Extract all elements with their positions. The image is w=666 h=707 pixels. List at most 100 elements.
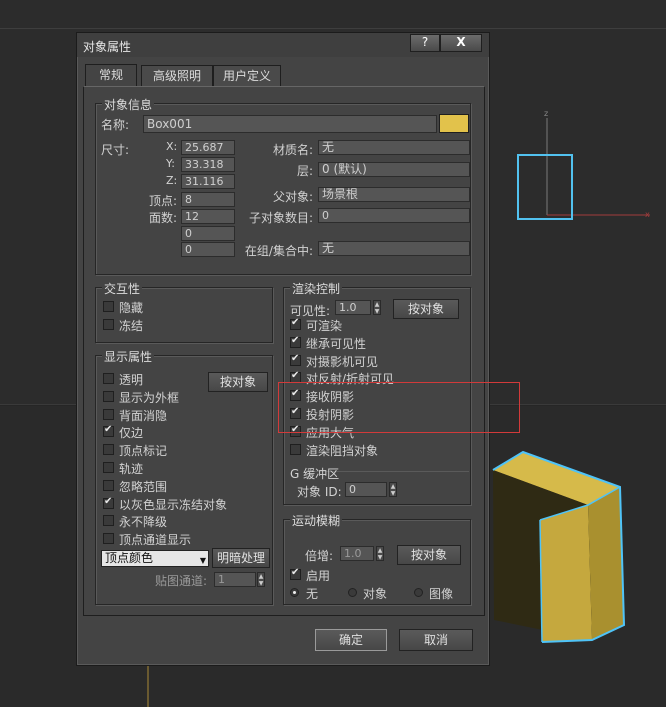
visibility-field[interactable]: 1.0	[335, 300, 371, 315]
object-color-swatch[interactable]	[439, 114, 469, 133]
hide-checkbox[interactable]	[103, 301, 114, 312]
annotation-highlight-box	[278, 382, 520, 433]
chevron-down-icon: ▼	[199, 556, 206, 565]
extra-field-2: 0	[181, 242, 235, 257]
z-label: Z:	[166, 174, 178, 187]
vertices-label: 顶点:	[149, 194, 178, 208]
render-option-checkbox-0[interactable]	[290, 317, 301, 330]
render-option-label-2: 对摄影机可见	[306, 354, 379, 369]
object-name-field[interactable]: Box001	[143, 115, 437, 133]
motion-by-object-button[interactable]: 按对象	[397, 545, 461, 565]
title-bar[interactable]: 对象属性 ? X	[77, 33, 489, 57]
render-option-checkbox-7[interactable]	[290, 443, 301, 455]
render-option-label-1: 继承可见性	[306, 336, 367, 351]
group-label: 在组/集合中:	[244, 244, 313, 258]
parent-field: 场景根	[318, 187, 470, 202]
enable-checkbox[interactable]	[290, 567, 301, 580]
object-id-label: 对象 ID:	[297, 485, 342, 499]
radio-none[interactable]	[290, 588, 299, 597]
render-option-checkbox-2[interactable]	[290, 353, 301, 366]
material-field: 无	[318, 140, 470, 155]
render-control-legend: 渲染控制	[290, 280, 343, 297]
display-option-checkbox-0[interactable]	[103, 373, 114, 384]
radio-image-label: 图像	[429, 587, 454, 601]
name-label: 名称:	[101, 118, 130, 132]
render-option-label-0: 可渲染	[306, 319, 343, 333]
x-label: X:	[166, 140, 178, 153]
radio-object-label: 对象	[363, 587, 388, 601]
display-option-checkbox-5[interactable]	[103, 462, 114, 473]
y-label: Y:	[166, 157, 175, 170]
freeze-label: 冻结	[119, 319, 144, 333]
dimensions-label: 尺寸:	[101, 143, 130, 157]
tab-advanced-lighting[interactable]: 高级照明	[141, 65, 213, 86]
gbuffer-label: G 缓冲区	[290, 467, 340, 481]
map-channel-field[interactable]: 1	[214, 572, 256, 587]
svg-text:x: x	[645, 210, 650, 219]
render-option-checkbox-1[interactable]	[290, 335, 301, 348]
map-channel-label: 贴图通道:	[155, 574, 208, 588]
faces-field: 12	[181, 209, 235, 224]
display-option-label-8: 永不降级	[119, 515, 168, 530]
box-object[interactable]	[492, 450, 626, 643]
multiplier-spinner[interactable]: ▲ ▼	[376, 546, 384, 561]
material-label: 材质名:	[272, 143, 313, 157]
radio-image[interactable]	[414, 588, 423, 597]
object-id-spinner[interactable]: ▲ ▼	[389, 482, 397, 497]
display-option-checkbox-9[interactable]	[103, 533, 114, 545]
display-properties-legend: 显示属性	[102, 348, 155, 365]
layer-field: 0 (默认)	[318, 162, 470, 177]
display-option-checkbox-4[interactable]	[103, 444, 114, 456]
display-option-label-1: 显示为外框	[119, 390, 180, 405]
parent-label: 父对象:	[272, 190, 313, 204]
display-option-checkbox-2[interactable]	[103, 408, 114, 420]
help-button[interactable]: ?	[410, 34, 440, 52]
display-option-checkbox-3[interactable]	[103, 424, 114, 438]
tab-general[interactable]: 常规	[85, 64, 137, 87]
cancel-button[interactable]: 取消	[399, 629, 473, 651]
dialog-title: 对象属性	[83, 40, 132, 54]
object-id-field[interactable]: 0	[345, 482, 387, 497]
display-option-label-4: 顶点标记	[119, 444, 168, 459]
close-button[interactable]: X	[440, 34, 482, 52]
vertex-color-dropdown[interactable]: 顶点颜色 ▼	[101, 550, 209, 567]
radio-none-label: 无	[306, 587, 319, 601]
vertices-field: 8	[181, 192, 235, 207]
multiplier-label: 倍增:	[305, 549, 334, 563]
children-field: 0	[318, 208, 470, 223]
display-option-checkbox-7[interactable]	[103, 496, 114, 509]
display-option-label-3: 仅边	[119, 426, 144, 441]
freeze-checkbox[interactable]	[103, 319, 114, 330]
render-option-label-7: 渲染阻挡对象	[306, 443, 379, 458]
display-option-checkbox-6[interactable]	[103, 479, 114, 491]
shading-button[interactable]: 明暗处理	[212, 548, 270, 568]
hide-label: 隐藏	[119, 301, 144, 315]
display-option-label-0: 透明	[119, 373, 144, 387]
interactivity-legend: 交互性	[102, 280, 143, 297]
display-option-checkbox-1[interactable]	[103, 390, 114, 402]
display-option-label-5: 轨迹	[119, 462, 144, 476]
axis-gizmo-icon: z x	[544, 109, 650, 219]
dimension-y-field: 33.318	[181, 157, 235, 172]
ok-button[interactable]: 确定	[315, 629, 387, 651]
render-by-object-button[interactable]: 按对象	[393, 299, 459, 319]
object-info-legend: 对象信息	[102, 96, 155, 113]
radio-object[interactable]	[348, 588, 357, 597]
map-channel-spinner[interactable]: ▲ ▼	[257, 572, 265, 587]
layer-label: 层:	[296, 164, 313, 178]
enable-label: 启用	[306, 569, 331, 583]
selected-box-wireframe[interactable]	[517, 154, 573, 220]
dimension-x-field: 25.687	[181, 140, 235, 155]
children-label: 子对象数目:	[248, 211, 313, 225]
multiplier-field[interactable]: 1.0	[340, 546, 374, 561]
motion-blur-legend: 运动模糊	[290, 512, 343, 529]
object-properties-dialog: 对象属性 ? X 常规 高级照明 用户定义 对象信息 名称: Box001 尺寸…	[76, 32, 490, 666]
vertex-color-value: 顶点颜色	[105, 551, 154, 565]
display-by-object-button[interactable]: 按对象	[208, 372, 268, 392]
visibility-spinner[interactable]: ▲ ▼	[373, 300, 381, 315]
dimension-z-field: 31.116	[181, 174, 235, 189]
display-option-checkbox-8[interactable]	[103, 515, 114, 527]
display-option-label-9: 顶点通道显示	[119, 533, 192, 548]
tab-user-defined[interactable]: 用户定义	[213, 65, 281, 86]
display-option-label-2: 背面消隐	[119, 408, 168, 423]
